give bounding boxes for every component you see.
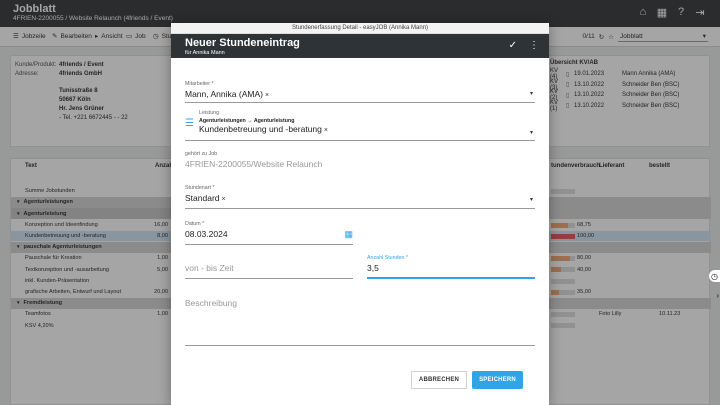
leistung-label: Leistung xyxy=(199,110,220,116)
mitarbeiter-field[interactable]: Mitarbeiter * Mann, Annika (AMA) × ▾ xyxy=(185,81,535,103)
calendar-icon[interactable]: ▦ xyxy=(344,229,353,240)
beschreibung-placeholder: Beschreibung xyxy=(185,298,237,308)
job-value: 4FRIEN-2200055/Website Relaunch xyxy=(185,159,323,169)
stundenart-label: Stundenart * xyxy=(185,185,215,191)
job-field: gehört zu Job 4FRIEN-2200055/Website Rel… xyxy=(185,151,535,171)
datum-label: Datum * xyxy=(185,221,205,227)
leistung-field[interactable]: Leistung ☰ Agenturleistungen → Agenturle… xyxy=(185,110,535,141)
job-label: gehört zu Job xyxy=(185,151,218,157)
von-bis-placeholder: von - bis Zeit xyxy=(185,263,234,273)
stunden-field[interactable]: Anzahl Stunden * 3,5 xyxy=(367,255,535,279)
dialog-header: Neuer Stundeneintrag für Annika Mann ✓ ⋮ xyxy=(171,34,549,58)
check-icon[interactable]: ✓ xyxy=(509,40,517,51)
stunden-label: Anzahl Stunden * xyxy=(367,255,408,261)
dialog-window-title: Stundenerfassung Detail - easyJOB (Annik… xyxy=(171,23,549,34)
time-entry-dialog: Stundenerfassung Detail - easyJOB (Annik… xyxy=(171,23,549,405)
stunden-value: 3,5 xyxy=(367,263,379,273)
stundenart-value: Standard xyxy=(185,193,220,203)
history-icon[interactable]: ◷ xyxy=(709,270,720,282)
beschreibung-field[interactable]: Beschreibung xyxy=(185,298,535,346)
mitarbeiter-value: Mann, Annika (AMA) xyxy=(185,89,263,99)
more-vert-icon[interactable]: ⋮ xyxy=(529,40,539,51)
dialog-subtitle: für Annika Mann xyxy=(185,50,225,56)
clear-icon[interactable]: × xyxy=(265,92,269,99)
von-bis-field[interactable]: von - bis Zeit xyxy=(185,263,353,279)
cancel-button[interactable]: ABBRECHEN xyxy=(411,371,467,389)
chevron-down-icon[interactable]: ▾ xyxy=(530,196,533,203)
chevron-down-icon[interactable]: ▾ xyxy=(530,129,533,136)
datum-value: 08.03.2024 xyxy=(185,229,228,239)
dialog-title: Neuer Stundeneintrag xyxy=(185,37,300,49)
mitarbeiter-label: Mitarbeiter * xyxy=(185,81,214,87)
leistung-value: Kundenbetreuung und -beratung xyxy=(199,124,322,134)
chevron-right-icon[interactable]: › xyxy=(716,291,719,300)
tree-icon: ☰ xyxy=(185,118,194,129)
chevron-down-icon[interactable]: ▾ xyxy=(530,90,533,97)
clear-icon[interactable]: × xyxy=(222,196,226,203)
save-button[interactable]: SPEICHERN xyxy=(472,371,523,389)
datum-field[interactable]: Datum * 08.03.2024 ▦ xyxy=(185,221,353,245)
clear-icon[interactable]: × xyxy=(324,127,328,134)
stundenart-field[interactable]: Stundenart * Standard × ▾ xyxy=(185,185,535,209)
